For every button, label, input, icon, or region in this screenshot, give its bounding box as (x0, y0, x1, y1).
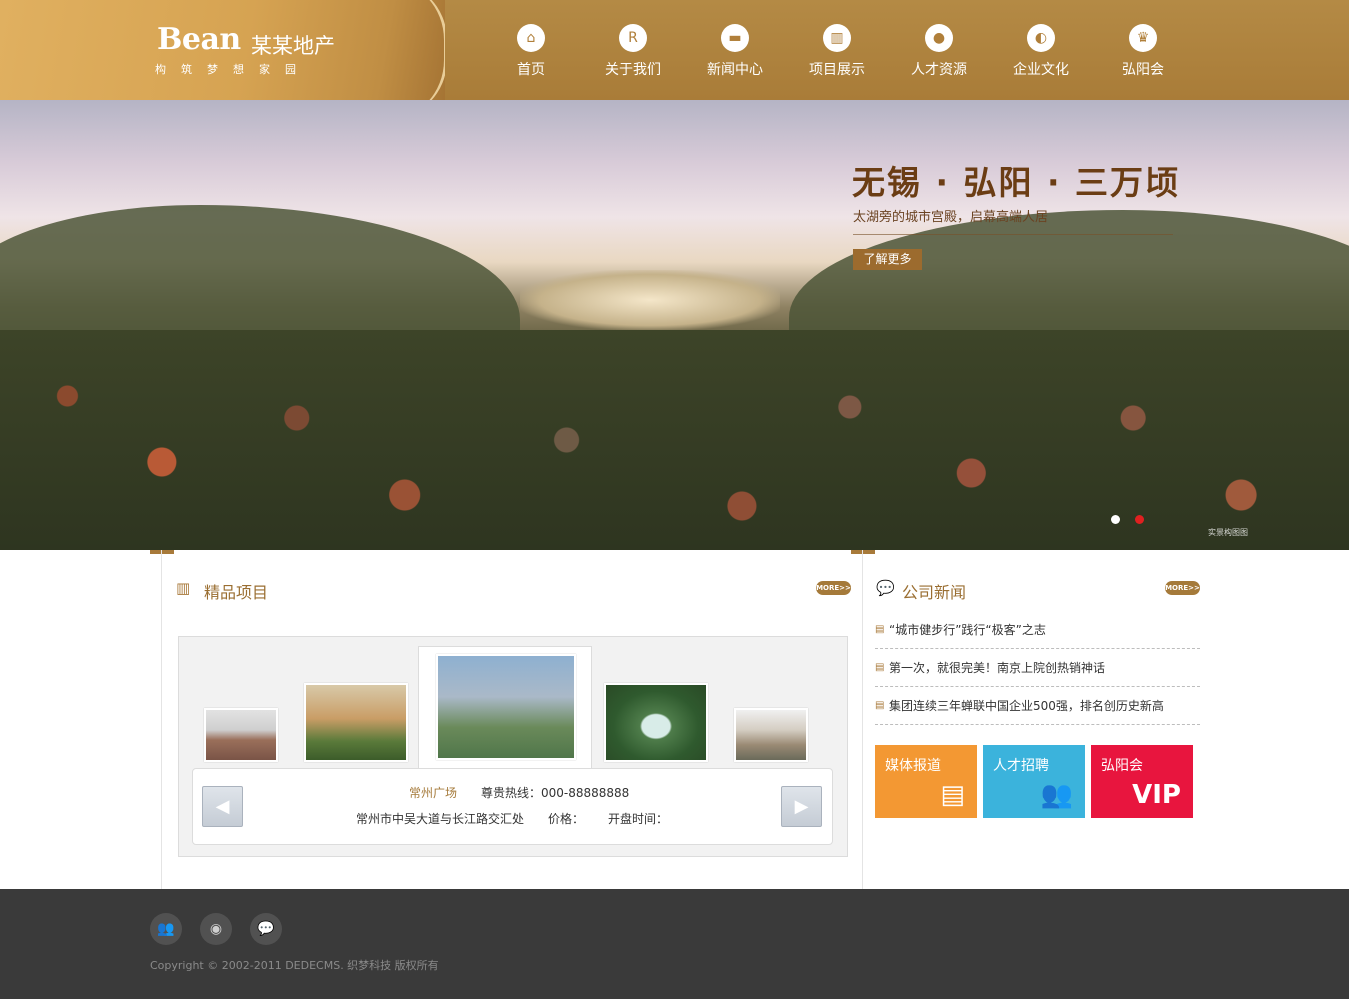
news-title: 公司新闻 (902, 583, 967, 602)
banner-subtitle: 太湖旁的城市宫殿，启幕高端人居 (853, 210, 1049, 225)
nav-item-news[interactable]: ▬ 新闻中心 (684, 0, 786, 100)
weibo-icon[interactable]: ◉ (200, 913, 232, 945)
home-icon: ⌂ (517, 24, 545, 52)
banner-title: 无锡 · 弘阳 · 三万顷 (852, 163, 1181, 202)
r-logo-icon: R (619, 24, 647, 52)
projects-more-button[interactable]: MORE>> (816, 581, 851, 595)
projects-title: 精品项目 (204, 583, 269, 602)
nav-label: 人才资源 (911, 62, 967, 78)
section-tick-left (150, 550, 174, 554)
logo-tagline: 构筑梦想家园 (155, 63, 311, 76)
project-address: 常州市中吴大道与长江路交汇处 (356, 812, 525, 826)
document-icon: ▤ (875, 624, 885, 635)
logo-panel[interactable]: Bean 某某地产 构筑梦想家园 (0, 0, 445, 100)
logo-en: Bean (157, 22, 241, 57)
project-info-panel (192, 768, 833, 845)
nav-label: 弘阳会 (1122, 62, 1164, 78)
project-hotline: 尊贵热线：000-88888888 (481, 786, 630, 800)
tile-label: 媒体报道 (885, 758, 941, 774)
site-header: Bean 某某地产 构筑梦想家园 ⌂ 首页 R 关于我们 ▬ 新闻中心 ▥ 项目… (0, 0, 1349, 100)
section-tick-right (851, 550, 875, 554)
slide-dot-2[interactable] (1135, 515, 1144, 524)
project-thumb-2[interactable] (304, 683, 408, 762)
buildings-icon: ▥ (823, 24, 851, 52)
news-item-text: 第一次，就很完美！南京上院创热销神话 (889, 661, 1106, 675)
people-icon: ● (925, 24, 953, 52)
documents-icon: ▤ (940, 780, 965, 810)
banner-divider (853, 234, 1173, 235)
banner-lake (520, 270, 780, 330)
logo-cn: 某某地产 (251, 34, 335, 58)
project-open-date: 开盘时间： (608, 812, 669, 826)
news-item-text: “城市健步行”践行“极客”之志 (889, 623, 1046, 637)
carousel-prev-button[interactable]: ◀ (202, 786, 243, 827)
learn-more-button[interactable]: 了解更多 (853, 249, 922, 270)
nav-label: 新闻中心 (707, 62, 763, 78)
document-icon: ▤ (875, 700, 885, 711)
nav-label: 企业文化 (1013, 62, 1069, 78)
nav-label: 关于我们 (605, 62, 661, 78)
column-divider-left (161, 550, 162, 889)
logo-arc (387, 0, 445, 100)
vip-club-tile[interactable]: 弘阳会 VIP (1091, 745, 1193, 818)
news-item[interactable]: ▤ 集团连续三年蝉联中国企业500强，排名创历史新高 (875, 687, 1200, 725)
copyright-text: Copyright © 2002-2011 DEDECMS. 织梦科技 版权所有 (150, 959, 439, 972)
nav-item-home[interactable]: ⌂ 首页 (480, 0, 582, 100)
slide-dot-1[interactable] (1111, 515, 1120, 524)
vip-icon: VIP (1132, 780, 1181, 810)
recruitment-tile[interactable]: 人才招聘 👥 (983, 745, 1085, 818)
column-divider-middle (862, 550, 863, 889)
news-more-button[interactable]: MORE>> (1165, 581, 1200, 595)
chat-bubble-icon: ▬ (721, 24, 749, 52)
tile-label: 弘阳会 (1101, 758, 1143, 774)
project-price: 价格： (548, 812, 585, 826)
project-thumb-3-active[interactable] (436, 654, 576, 760)
tile-label: 人才招聘 (993, 758, 1049, 774)
planet-icon: ◐ (1027, 24, 1055, 52)
wechat-icon[interactable]: 💬 (250, 913, 282, 945)
project-thumb-4[interactable] (604, 683, 708, 762)
site-footer: 👥 ◉ 💬 Copyright © 2002-2011 DEDECMS. 织梦科… (0, 889, 1349, 999)
hero-banner: 无锡 · 弘阳 · 三万顷 太湖旁的城市宫殿，启幕高端人居 了解更多 实景构图图 (0, 100, 1349, 550)
project-thumb-5[interactable] (734, 708, 808, 762)
carousel-next-button[interactable]: ▶ (781, 786, 822, 827)
nav-label: 首页 (517, 62, 545, 78)
quick-tiles: 媒体报道 ▤ 人才招聘 👥 弘阳会 VIP (875, 745, 1199, 818)
people-icon[interactable]: 👥 (150, 913, 182, 945)
banner-village (0, 330, 1349, 550)
media-report-tile[interactable]: 媒体报道 ▤ (875, 745, 977, 818)
main-nav: ⌂ 首页 R 关于我们 ▬ 新闻中心 ▥ 项目展示 ● 人才资源 ◐ 企业文化 … (480, 0, 1194, 100)
people-icon: 👥 (1040, 780, 1073, 810)
banner-watermark: 实景构图图 (1208, 528, 1248, 537)
news-item-text: 集团连续三年蝉联中国企业500强，排名创历史新高 (889, 699, 1164, 713)
trophy-icon: ♛ (1129, 24, 1157, 52)
nav-item-talent[interactable]: ● 人才资源 (888, 0, 990, 100)
nav-item-about[interactable]: R 关于我们 (582, 0, 684, 100)
project-name[interactable]: 常州广场 (409, 784, 457, 801)
news-item[interactable]: ▤ “城市健步行”践行“极客”之志 (875, 611, 1200, 649)
document-icon: ▤ (875, 662, 885, 673)
nav-label: 项目展示 (809, 62, 865, 78)
news-item[interactable]: ▤ 第一次，就很完美！南京上院创热销神话 (875, 649, 1200, 687)
project-thumb-1[interactable] (204, 708, 278, 762)
news-list: ▤ “城市健步行”践行“极客”之志 ▤ 第一次，就很完美！南京上院创热销神话 ▤… (875, 611, 1200, 725)
buildings-icon: ▥ (176, 579, 191, 597)
nav-item-culture[interactable]: ◐ 企业文化 (990, 0, 1092, 100)
nav-item-club[interactable]: ♛ 弘阳会 (1092, 0, 1194, 100)
chat-bubble-icon: 💬 (876, 579, 895, 597)
nav-item-projects[interactable]: ▥ 项目展示 (786, 0, 888, 100)
